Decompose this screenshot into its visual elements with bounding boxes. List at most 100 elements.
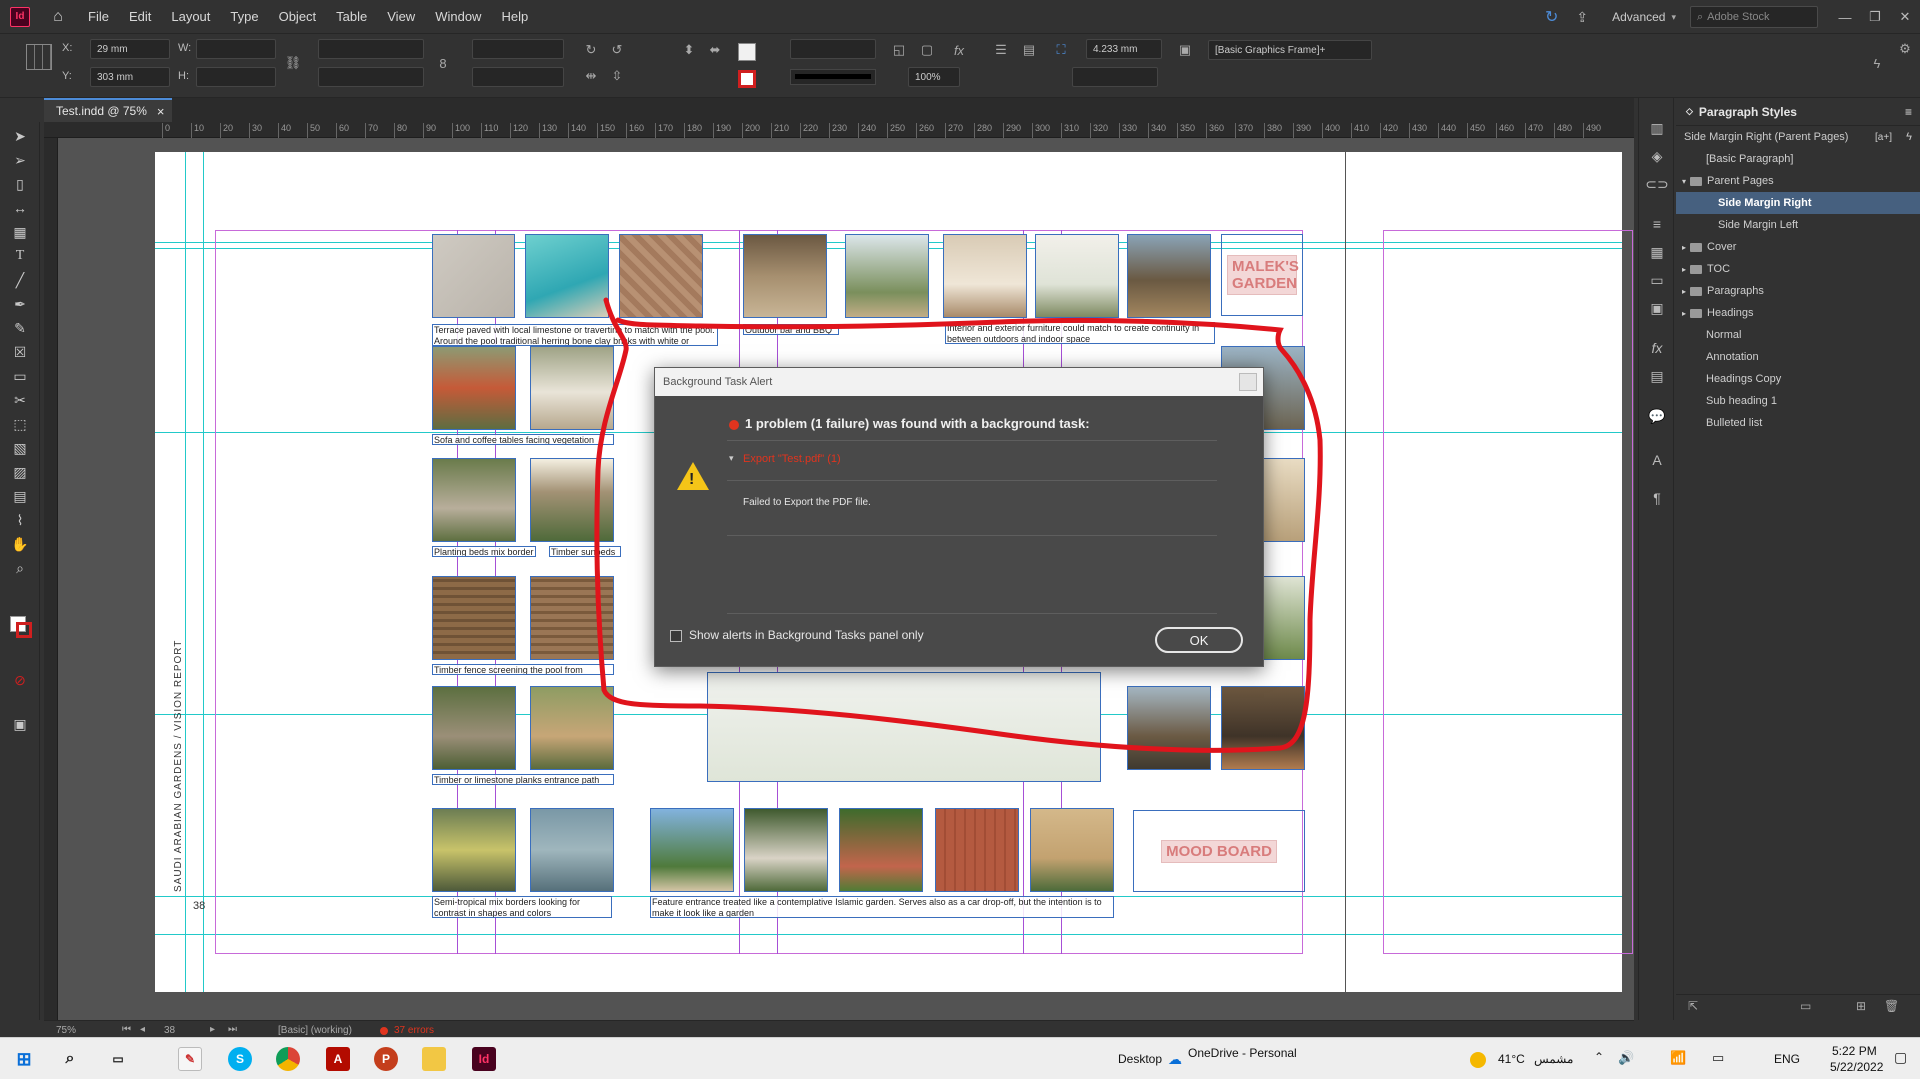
onedrive-label[interactable]: OneDrive - Personal [1188,1046,1297,1060]
image-frame[interactable] [619,234,703,318]
image-frame[interactable] [432,576,516,660]
skype-icon[interactable]: S [228,1047,252,1071]
dialog-close-icon[interactable] [1239,373,1257,391]
language-indicator[interactable]: ENG [1774,1052,1800,1066]
w-field[interactable] [196,39,276,59]
caption[interactable]: Outdoor bar and BBQ [743,324,839,335]
flip-horizontal-icon[interactable]: ⇹ [582,67,600,85]
menu-type[interactable]: Type [230,9,258,24]
paint-app-icon[interactable]: ✎ [178,1047,202,1071]
vertical-report-title[interactable]: SAUDI ARABIAN GARDENS / VISION REPORT [173,640,184,892]
page-number[interactable]: 38 [193,900,205,912]
caption[interactable]: Feature entrance treated like a contempl… [650,896,1114,918]
gap-tool-icon[interactable]: ↔ [10,198,30,218]
image-frame[interactable] [432,346,516,430]
shear-field[interactable] [472,67,564,87]
stroke-color-icon[interactable] [16,622,32,638]
content-collector-icon[interactable]: ▦ [10,222,30,242]
clear-overrides-icon[interactable]: ⇱ [1688,999,1698,1013]
gradient-panel-icon[interactable]: ▭ [1647,270,1667,290]
scale-y-field[interactable] [318,67,424,87]
vertical-ruler[interactable] [44,138,58,1020]
fill-swatch[interactable] [738,43,756,61]
chevron-right-icon[interactable]: ▸ [1682,243,1686,252]
chevron-right-icon[interactable]: ▸ [1682,287,1686,296]
image-frame[interactable] [845,234,929,318]
horizontal-ruler[interactable]: 0 10 20 30 40 50 60 70 80 90 100 110 120 130 140 150 160… [44,122,1634,138]
effects-icon[interactable]: fx [950,41,968,59]
powerpoint-icon[interactable]: P [374,1047,398,1071]
image-frame[interactable] [530,576,614,660]
screen-mode-icon[interactable]: ▣ [10,714,30,734]
new-style-icon[interactable]: [a+] [1875,132,1892,143]
caption[interactable]: Timber or limestone planks entrance path [432,774,614,785]
menu-window[interactable]: Window [435,9,481,24]
corner-options-icon[interactable]: ◱ [890,41,908,59]
close-icon[interactable]: ✕ [1890,9,1920,25]
caption[interactable]: Timber fence screening the pool from vis… [432,664,614,675]
stroke-panel-icon[interactable]: ≡ [1647,214,1667,234]
network-icon[interactable]: 📶 [1670,1050,1686,1066]
gradient-feather-tool-icon[interactable]: ▨ [10,462,30,482]
caption[interactable]: Semi-tropical mix borders looking for co… [432,896,612,918]
rotate-field[interactable] [472,39,564,59]
style-item[interactable]: [Basic Paragraph] [1676,148,1920,170]
notification-icon[interactable]: ▢ [1894,1049,1907,1066]
text-wrap-around-icon[interactable]: ▤ [1020,41,1038,59]
page-number-field[interactable]: 38 [164,1025,175,1036]
reference-point-icon[interactable] [26,44,52,70]
color-panel-icon[interactable]: ▣ [1647,298,1667,318]
chevron-right-icon[interactable]: ◇ [1686,106,1693,117]
image-frame[interactable] [1035,234,1119,318]
comments-panel-icon[interactable]: 💬 [1647,406,1667,426]
flip-vertical-icon[interactable]: ⇳ [608,67,626,85]
image-frame[interactable] [530,686,614,770]
chevron-down-icon[interactable]: ▾ [729,453,734,464]
image-frame[interactable] [432,808,516,892]
caption[interactable]: Timber sunbeds [549,546,621,557]
menu-layout[interactable]: Layout [171,9,210,24]
style-group[interactable]: ▸ Cover [1676,236,1920,258]
preflight-errors[interactable]: 37 errors [394,1025,434,1036]
title-box-bottom[interactable]: MOOD BOARD [1133,810,1305,892]
pages-panel-icon[interactable]: ▥ [1647,118,1667,138]
panel-header[interactable]: ◇ Paragraph Styles ≡ [1676,98,1920,126]
image-frame[interactable] [943,234,1027,318]
text-wrap-icon[interactable]: ☰ [992,41,1010,59]
direct-selection-tool-icon[interactable]: ➢ [10,150,30,170]
caption[interactable]: Terrace paved with local limestone or tr… [432,324,718,346]
workspace-switcher[interactable]: Advanced [1612,10,1665,24]
search-icon[interactable]: ⌕ [58,1047,82,1071]
ok-button[interactable]: OK [1155,627,1243,653]
minimize-icon[interactable]: — [1830,10,1860,25]
hand-tool-icon[interactable]: ✋ [10,534,30,554]
chrome-icon[interactable] [276,1047,300,1071]
alignment-field[interactable] [1072,67,1158,87]
last-page-icon[interactable]: ⏭ [228,1024,237,1035]
image-frame[interactable] [432,686,516,770]
style-item[interactable]: Normal [1676,324,1920,346]
style-item[interactable]: Annotation [1676,346,1920,368]
chevron-up-icon[interactable]: ⌃ [1594,1050,1604,1064]
sync-icon[interactable]: ↻ [1545,7,1558,27]
caption[interactable]: Sofa and coffee tables facing vegetation [432,434,614,445]
image-frame[interactable] [1221,686,1305,770]
new-style-icon[interactable]: ⊞ [1856,999,1866,1013]
image-frame[interactable] [530,346,614,430]
image-frame[interactable] [432,458,516,542]
document-tab[interactable]: Test.indd @ 75% × [44,98,172,122]
note-tool-icon[interactable]: ▤ [10,486,30,506]
image-frame[interactable] [525,234,609,318]
select-content-icon[interactable]: ⬌ [706,41,724,59]
page-tool-icon[interactable]: ▯ [10,174,30,194]
selection-tool-icon[interactable]: ➤ [10,126,30,146]
dialog-titlebar[interactable]: Background Task Alert [655,368,1263,396]
task-row[interactable]: ▾ Export "Test.pdf" (1) [727,441,1217,481]
zoom-tool-icon[interactable]: ⌕ [10,558,30,578]
battery-icon[interactable]: ▭ [1712,1050,1724,1066]
opacity-field[interactable]: 100% [908,67,960,87]
menu-file[interactable]: File [88,9,109,24]
title-box-top[interactable]: MALEK'S GARDEN [1221,234,1303,316]
rectangle-frame-tool-icon[interactable]: ☒ [10,342,30,362]
object-style-icon[interactable]: ▣ [1176,41,1194,59]
